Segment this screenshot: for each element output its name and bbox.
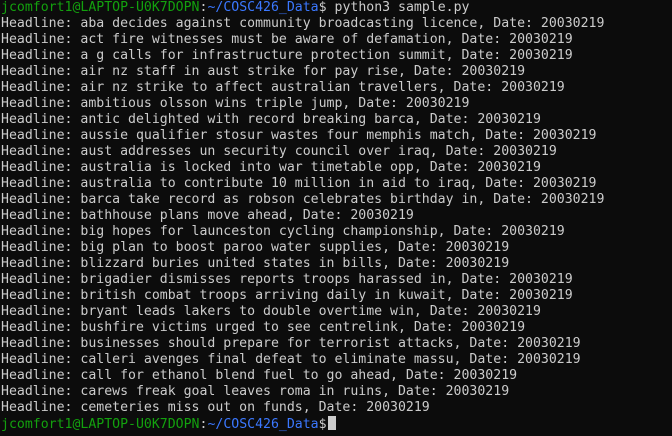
command-line: jcomfort1@LAPTOP-U0K7DOPN:~/COSC426_Data…: [1, 0, 672, 16]
output-line: Headline: aba decides against community …: [1, 16, 605, 31]
output-line: Headline: barca take record as robson ce…: [1, 192, 605, 207]
output-list: Headline: aba decides against community …: [0, 16, 672, 416]
output-line: Headline: carews freak goal leaves roma …: [1, 384, 510, 399]
terminal-window[interactable]: jcomfort1@LAPTOP-U0K7DOPN:~/COSC426_Data…: [0, 0, 672, 436]
output-line: Headline: australia is locked into war t…: [1, 160, 541, 175]
output-line: Headline: bushfire victims urged to see …: [1, 320, 526, 335]
output-line: Headline: big hopes for launceston cycli…: [1, 224, 565, 239]
output-line: Headline: call for ethanol blend fuel to…: [1, 368, 518, 383]
output-line: Headline: act fire witnesses must be awa…: [1, 32, 573, 47]
output-line: Headline: brigadier dismisses reports tr…: [1, 272, 573, 287]
output-line: Headline: air nz strike to affect austra…: [1, 80, 565, 95]
output-line: Headline: british combat troops arriving…: [1, 288, 573, 303]
output-line: Headline: bryant leads lakers to double …: [1, 304, 541, 319]
prompt-user-host: jcomfort1@LAPTOP-U0K7DOPN: [1, 417, 200, 432]
output-line: Headline: businesses should prepare for …: [1, 336, 581, 351]
prompt-dollar: $: [318, 0, 327, 15]
prompt-path: ~/COSC426_Data: [207, 417, 319, 432]
prompt-user-host: jcomfort1@LAPTOP-U0K7DOPN: [1, 0, 200, 15]
output-line: Headline: blizzard buries united states …: [1, 256, 510, 271]
output-line: Headline: aust addresses un security cou…: [1, 144, 557, 159]
current-prompt-line[interactable]: jcomfort1@LAPTOP-U0K7DOPN:~/COSC426_Data…: [1, 416, 672, 432]
output-line: Headline: a g calls for infrastructure p…: [1, 48, 573, 63]
output-line: Headline: aussie qualifier stosur wastes…: [1, 128, 597, 143]
prompt-dollar: $: [318, 417, 327, 432]
output-line: Headline: big plan to boost paroo water …: [1, 240, 510, 255]
output-line: Headline: antic delighted with record br…: [1, 112, 541, 127]
output-line: Headline: australia to contribute 10 mil…: [1, 176, 597, 191]
output-line: Headline: bathhouse plans move ahead, Da…: [1, 208, 414, 223]
prompt-path: ~/COSC426_Data: [207, 0, 319, 15]
output-line: Headline: ambitious olsson wins triple j…: [1, 96, 470, 111]
command-text: python3 sample.py: [326, 0, 470, 15]
output-line: Headline: air nz staff in aust strike fo…: [1, 64, 526, 79]
output-line: Headline: calleri avenges final defeat t…: [1, 352, 581, 367]
text-cursor: [327, 416, 336, 430]
output-line: Headline: cemeteries miss out on funds, …: [1, 400, 430, 415]
